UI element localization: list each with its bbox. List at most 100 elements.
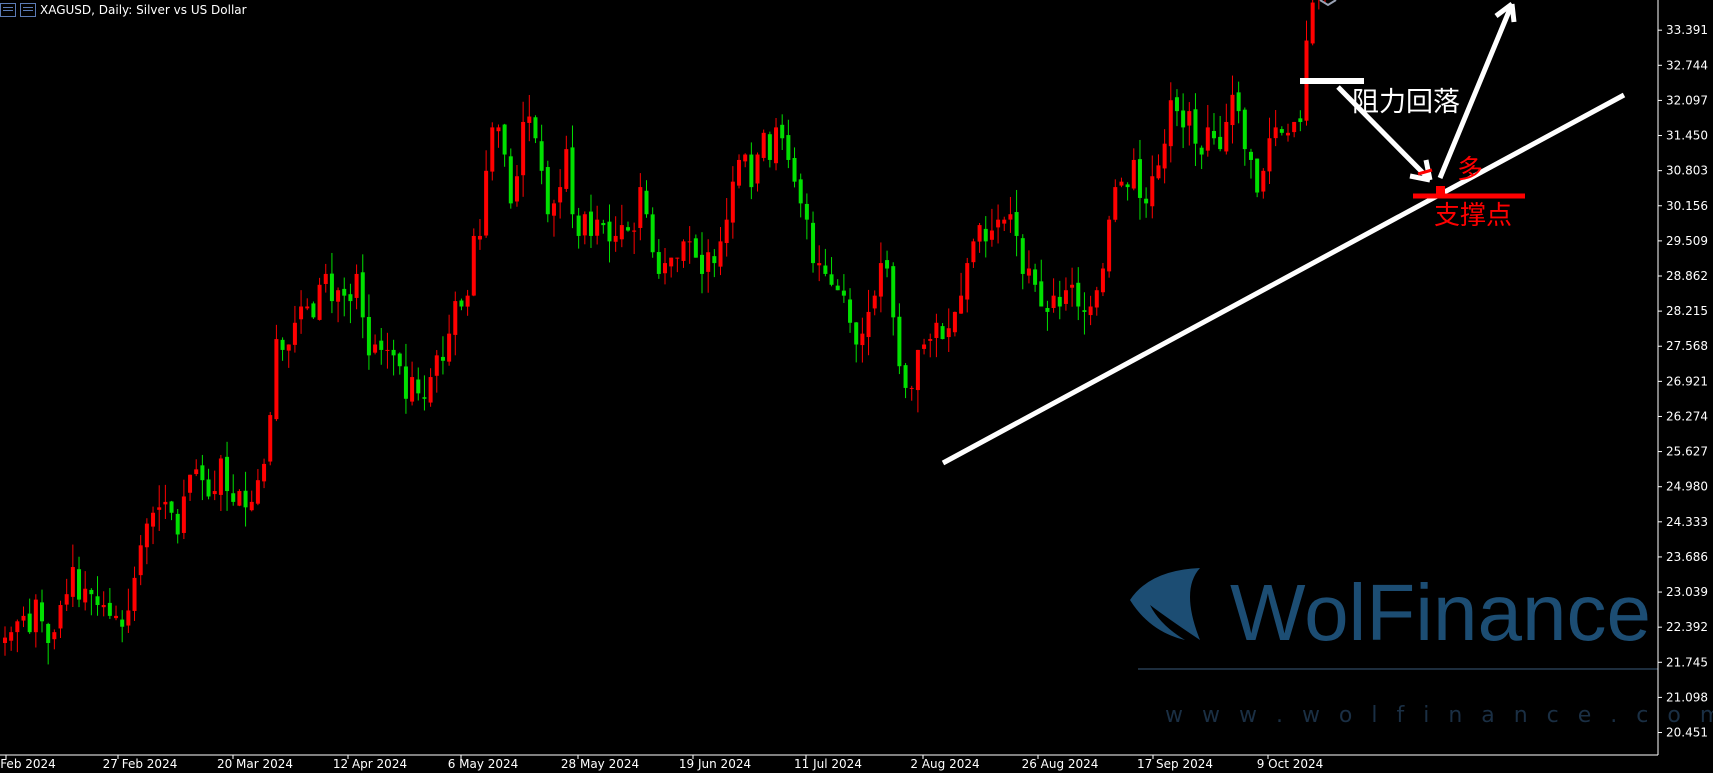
candle-body[interactable] (311, 303, 316, 318)
candle-body[interactable] (946, 328, 951, 338)
candle-body[interactable] (360, 272, 365, 318)
candle-body[interactable] (737, 159, 742, 186)
candle-body[interactable] (514, 176, 519, 202)
candle-body[interactable] (299, 306, 304, 320)
candle-body[interactable] (681, 241, 686, 261)
candle-body[interactable] (1211, 130, 1216, 139)
candle-body[interactable] (527, 116, 532, 123)
candle-body[interactable] (656, 252, 661, 274)
candle-body[interactable] (188, 474, 193, 493)
candle-body[interactable] (1255, 158, 1260, 193)
candle-body[interactable] (1236, 92, 1241, 112)
candle-body[interactable] (329, 273, 334, 302)
candle-body[interactable] (1039, 281, 1044, 307)
candle-body[interactable] (1181, 110, 1186, 128)
candle-body[interactable] (502, 124, 507, 155)
candle-body[interactable] (663, 263, 667, 274)
candle-body[interactable] (706, 252, 711, 272)
candle-body[interactable] (700, 254, 705, 274)
candle-body[interactable] (576, 215, 581, 236)
candle-body[interactable] (1267, 138, 1272, 172)
candle-body[interactable] (391, 349, 396, 356)
candle-body[interactable] (1205, 127, 1210, 151)
candle-body[interactable] (15, 621, 20, 633)
candle-body[interactable] (687, 241, 692, 243)
candle-body[interactable] (249, 501, 254, 511)
candle-body[interactable] (774, 127, 779, 164)
candle-body[interactable] (490, 127, 495, 172)
candle-body[interactable] (1137, 159, 1142, 198)
candle-body[interactable] (551, 203, 556, 216)
candle-body[interactable] (798, 179, 803, 204)
candle-body[interactable] (27, 613, 32, 633)
candle-body[interactable] (1008, 214, 1013, 220)
candle-body[interactable] (650, 214, 655, 253)
candle-body[interactable] (1224, 121, 1229, 152)
candle-body[interactable] (77, 569, 82, 600)
candle-body[interactable] (638, 187, 643, 228)
candle-body[interactable] (693, 238, 698, 258)
candle-body[interactable] (1113, 187, 1118, 220)
candle-body[interactable] (996, 219, 1001, 228)
candle-body[interactable] (1144, 198, 1149, 204)
candle-body[interactable] (989, 230, 994, 240)
candle-body[interactable] (101, 605, 106, 608)
candle-body[interactable] (539, 141, 544, 171)
candle-body[interactable] (959, 295, 964, 314)
candle-body[interactable] (1285, 132, 1290, 136)
candle-body[interactable] (286, 344, 291, 351)
candle-body[interactable] (675, 257, 680, 259)
candle-body[interactable] (95, 596, 100, 606)
candle-body[interactable] (891, 266, 896, 318)
candle-body[interactable] (965, 263, 970, 300)
candle-body[interactable] (1026, 268, 1031, 276)
candle-body[interactable] (983, 228, 988, 242)
candle-body[interactable] (533, 117, 538, 139)
candle-body[interactable] (718, 241, 723, 267)
candle-body[interactable] (1107, 219, 1112, 272)
candle-body[interactable] (268, 415, 273, 462)
candle-body[interactable] (885, 260, 890, 269)
candle-body[interactable] (496, 127, 501, 132)
candle-body[interactable] (163, 501, 168, 505)
candle-body[interactable] (447, 333, 452, 362)
candle-body[interactable] (1033, 269, 1038, 285)
candle-body[interactable] (607, 221, 612, 242)
candle-body[interactable] (132, 577, 137, 611)
candle-body[interactable] (465, 295, 470, 307)
candle-body[interactable] (434, 355, 439, 376)
candle-body[interactable] (440, 356, 445, 361)
candle-body[interactable] (601, 223, 606, 226)
candle-body[interactable] (323, 273, 328, 284)
candle-body[interactable] (416, 379, 421, 394)
candle-body[interactable] (397, 353, 402, 367)
candle-body[interactable] (1298, 118, 1303, 122)
chart-shift-icon[interactable] (1319, 0, 1337, 7)
candle-body[interactable] (1162, 143, 1167, 169)
candle-body[interactable] (829, 274, 834, 285)
candle-body[interactable] (379, 340, 384, 350)
candle-body[interactable] (280, 339, 285, 350)
candle-body[interactable] (151, 512, 156, 527)
candle-body[interactable] (860, 333, 865, 346)
candle-body[interactable] (588, 211, 593, 236)
candle-body[interactable] (1230, 94, 1235, 126)
candle-body[interactable] (175, 513, 180, 535)
candle-body[interactable] (558, 187, 563, 203)
candle-body[interactable] (1051, 295, 1056, 308)
candle-body[interactable] (1168, 100, 1173, 147)
candle-body[interactable] (1261, 170, 1266, 192)
candle-body[interactable] (854, 322, 859, 345)
candle-body[interactable] (52, 632, 57, 640)
candle-body[interactable] (1088, 306, 1093, 316)
candle-body[interactable] (83, 588, 88, 603)
candle-body[interactable] (1094, 290, 1099, 308)
candle-body[interactable] (1187, 111, 1192, 126)
candle-body[interactable] (33, 599, 38, 633)
candle-body[interactable] (1063, 290, 1068, 304)
candle-body[interactable] (1002, 219, 1007, 224)
candle-body[interactable] (218, 458, 223, 495)
candle-body[interactable] (181, 496, 186, 533)
candle-body[interactable] (761, 132, 766, 158)
candle-body[interactable] (3, 637, 7, 644)
